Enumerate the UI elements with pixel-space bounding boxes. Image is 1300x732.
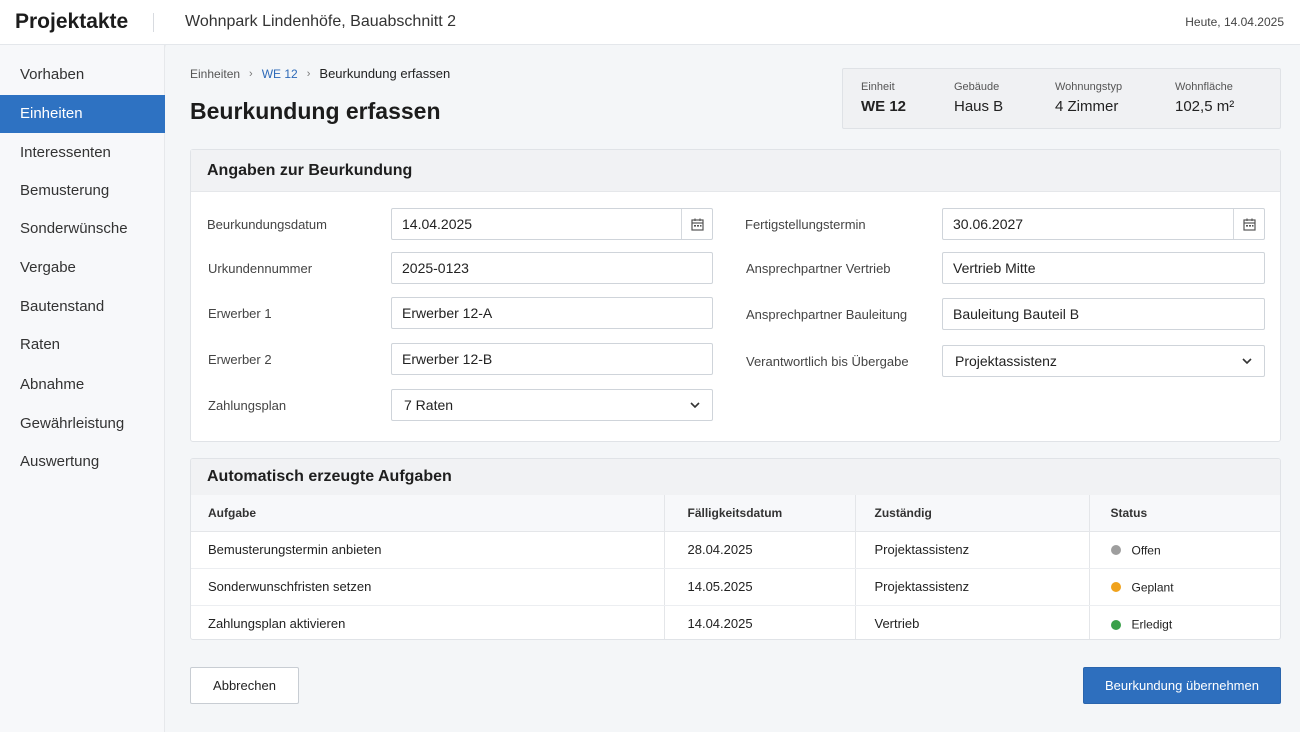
task-assignee: Projektassistenz: [854, 531, 1089, 569]
erwerber2-label: Erwerber 2: [208, 352, 272, 367]
unit-gebaeude: Gebäude Haus B: [954, 81, 1004, 115]
task-assignee: Projektassistenz: [854, 568, 1089, 606]
unit-wohnflaeche: Wohnfläche 102,5 m²: [1175, 81, 1235, 115]
status-dot-icon: [1110, 545, 1121, 556]
column-header[interactable]: Aufgabe: [191, 495, 664, 532]
unit-wohnungstyp: Wohnungstyp 4 Zimmer: [1055, 81, 1123, 115]
breadcrumb-current: Beurkundung erfassen: [319, 66, 451, 81]
sidebar-item-vergabe[interactable]: Vergabe: [0, 249, 165, 287]
form-card: Angaben zur Beurkundung Beurkundungsdatu…: [190, 149, 1281, 442]
chevron-right-icon: ›: [249, 67, 253, 80]
form-card-title: Angaben zur Beurkundung: [191, 150, 1280, 192]
sidebar: Vorhaben Einheiten Interessenten Bemuste…: [0, 45, 165, 732]
task-due-date: 14.05.2025: [663, 568, 855, 606]
sidebar-item-auswertung[interactable]: Auswertung: [0, 443, 165, 481]
sidebar-item-abnahme[interactable]: Abnahme: [0, 366, 165, 404]
chevron-down-icon: [1242, 346, 1252, 376]
bauleitung-label: Ansprechpartner Bauleitung: [746, 307, 908, 322]
main-content: Einheiten › WE 12 › Beurkundung erfassen…: [166, 45, 1300, 732]
erwerber2-input[interactable]: Erwerber 12-B: [391, 343, 713, 375]
sidebar-item-gewaehrleistung[interactable]: Gewährleistung: [0, 405, 165, 443]
status-dot-icon: [1110, 619, 1121, 630]
zahlungsplan-select[interactable]: 7 Raten: [391, 389, 713, 421]
sidebar-item-raten[interactable]: Raten: [0, 326, 165, 364]
top-divider: [153, 13, 154, 32]
table-header-row: Aufgabe Fälligkeitsdatum Zuständig Statu…: [191, 495, 1280, 532]
urkundennummer-input[interactable]: 2025-0123: [391, 252, 713, 284]
task-name: Zahlungsplan aktivieren: [208, 616, 346, 632]
today-date: Heute, 14.04.2025: [1185, 15, 1284, 29]
table-row[interactable]: Sonderwunschfristen setzen 14.05.2025 Pr…: [191, 568, 1280, 606]
column-header[interactable]: Zuständig: [854, 495, 1089, 532]
vertrieb-input[interactable]: Vertrieb Mitte: [942, 252, 1265, 284]
verantwortlich-label: Verantwortlich bis Übergabe: [746, 354, 909, 369]
chevron-right-icon: ›: [306, 67, 311, 80]
erwerber1-input[interactable]: Erwerber 12-A: [391, 297, 713, 329]
unit-summary: Einheit WE 12 Gebäude Haus B Wohnungstyp…: [842, 68, 1281, 129]
task-due-date: 28.04.2025: [663, 531, 855, 569]
cancel-button[interactable]: Abbrechen: [190, 667, 299, 704]
breadcrumb-einheiten[interactable]: Einheiten: [190, 67, 240, 81]
column-header[interactable]: Fälligkeitsdatum: [663, 495, 855, 532]
task-due-date: 14.04.2025: [663, 605, 855, 639]
sidebar-item-bemusterung[interactable]: Bemusterung: [0, 172, 165, 210]
task-name: Sonderwunschfristen setzen: [191, 568, 664, 606]
task-status: Erledigt: [1088, 605, 1280, 639]
tasks-table: Aufgabe Fälligkeitsdatum Zuständig Statu…: [191, 495, 1280, 639]
sidebar-item-vorhaben[interactable]: Vorhaben: [0, 56, 165, 94]
sidebar-item-interessenten[interactable]: Interessenten: [0, 134, 165, 172]
breadcrumb-we12[interactable]: WE 12: [262, 67, 298, 81]
task-name: Bemusterungstermin anbieten: [191, 531, 664, 569]
vertrieb-label: Ansprechpartner Vertrieb: [746, 261, 891, 276]
beurkundungsdatum-input[interactable]: 14.04.2025: [391, 208, 713, 240]
breadcrumb: Einheiten › WE 12 › Beurkundung erfassen: [190, 66, 450, 81]
calendar-icon[interactable]: [1233, 209, 1264, 239]
verantwortlich-select[interactable]: Projektassistenz: [942, 345, 1265, 377]
urkundennummer-label: Urkundennummer: [208, 261, 313, 276]
table-row[interactable]: Bemusterungstermin anbieten 28.04.2025 P…: [191, 531, 1280, 569]
bauleitung-input[interactable]: Bauleitung Bauteil B: [942, 298, 1265, 330]
sidebar-item-bautenstand[interactable]: Bautenstand: [0, 288, 165, 326]
top-bar: Projektakte Wohnpark Lindenhöfe, Bauabsc…: [0, 0, 1300, 45]
fertigstellung-label: Fertigstellungstermin: [745, 217, 866, 232]
task-status: Offen: [1088, 531, 1280, 569]
page-title: Beurkundung erfassen: [190, 98, 441, 124]
tasks-card-title: Automatisch erzeugte Aufgaben: [191, 459, 1280, 495]
table-row[interactable]: Zahlungsplan aktivieren 14.04.2025 Vertr…: [191, 605, 1280, 639]
chevron-down-icon: [690, 390, 700, 420]
sidebar-item-einheiten[interactable]: Einheiten: [0, 95, 165, 133]
submit-beurkundung-button[interactable]: Beurkundung übernehmen: [1083, 667, 1281, 704]
project-name: Wohnpark Lindenhöfe, Bauabschnitt 2: [185, 13, 457, 30]
beurkundungsdatum-label: Beurkundungsdatum: [207, 217, 327, 232]
zahlungsplan-label: Zahlungsplan: [208, 398, 287, 413]
calendar-icon[interactable]: [681, 209, 712, 239]
task-assignee: Vertrieb: [854, 605, 1089, 639]
tasks-card: Automatisch erzeugte Aufgaben Aufgabe Fä…: [190, 458, 1281, 640]
column-header[interactable]: Status: [1088, 495, 1280, 532]
app-title: Projektakte: [15, 10, 129, 33]
task-status: Geplant: [1088, 568, 1280, 606]
status-dot-icon: [1110, 582, 1121, 593]
fertigstellung-input[interactable]: 30.06.2027: [942, 208, 1265, 240]
erwerber1-label: Erwerber 1: [208, 306, 272, 321]
sidebar-item-sonderwuensche[interactable]: Sonderwünsche: [0, 210, 165, 248]
unit-einheit: Einheit WE 12: [861, 81, 907, 115]
